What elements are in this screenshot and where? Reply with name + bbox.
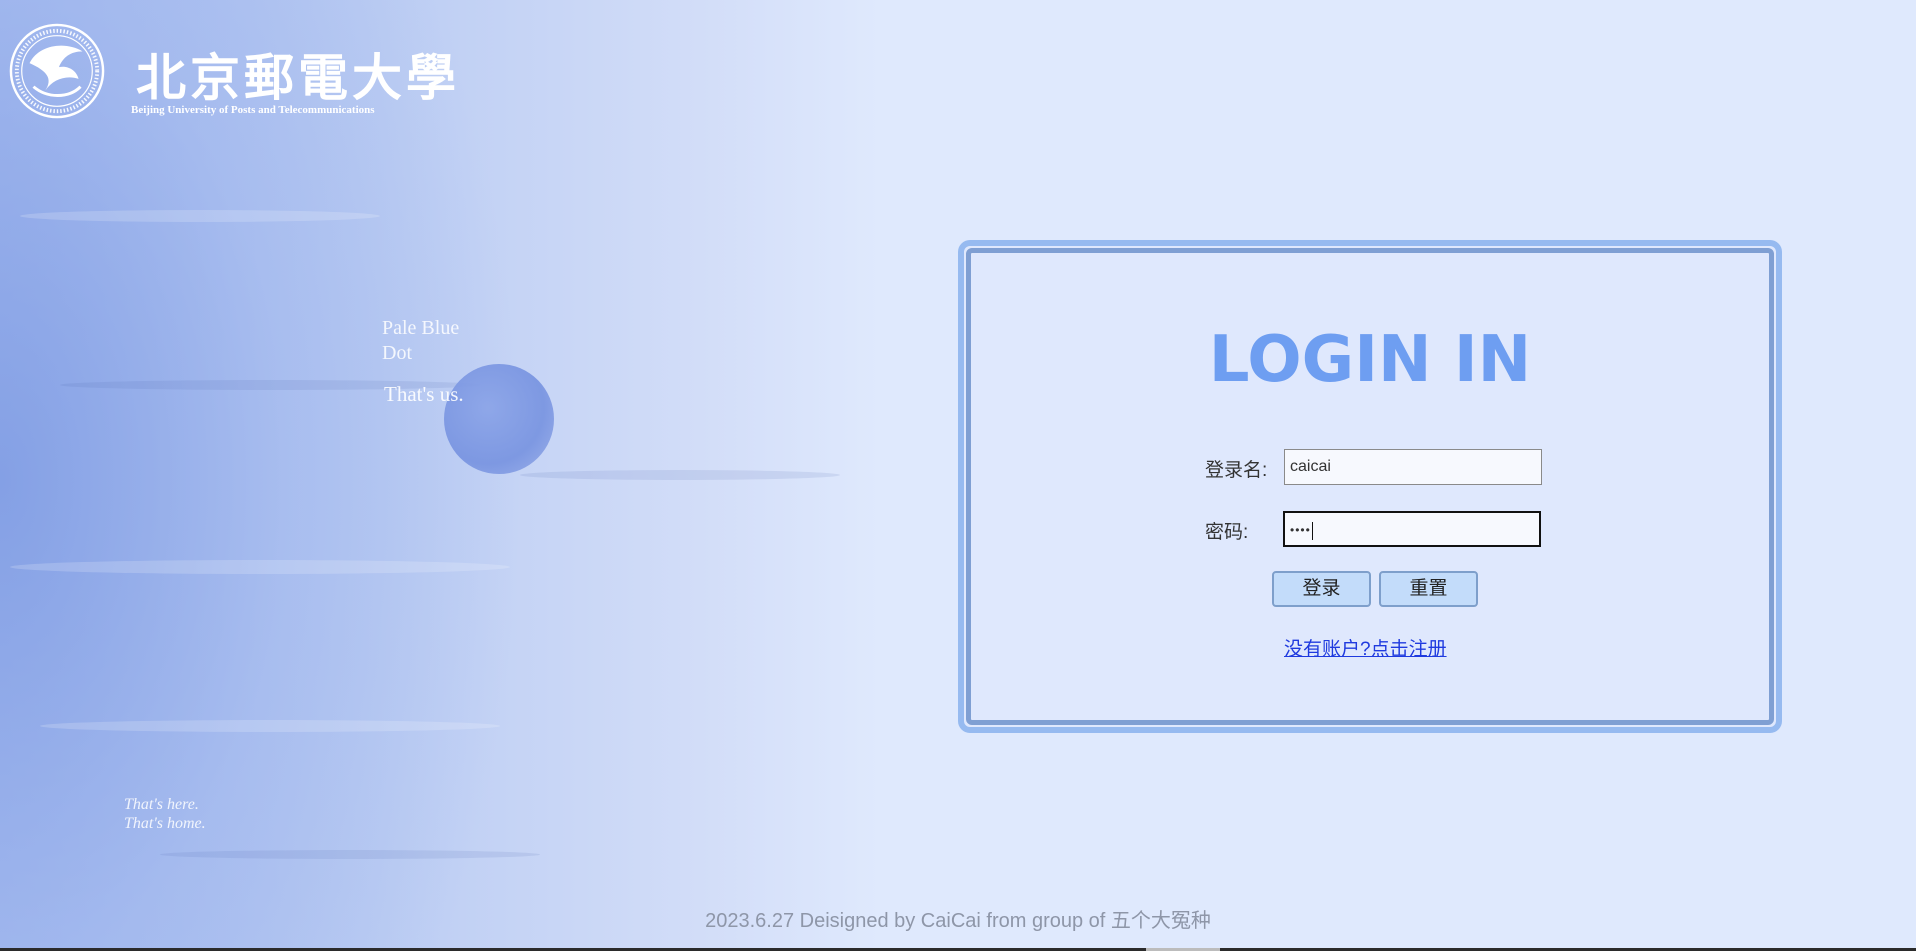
planet-graphic (444, 364, 554, 474)
texture-streak (520, 470, 840, 480)
password-value: •••• (1290, 523, 1311, 537)
reset-button[interactable]: 重置 (1379, 571, 1478, 607)
school-name-cn: 北京郵電大學 (136, 48, 460, 107)
texture-streak (20, 210, 380, 222)
school-name-en: Beijing University of Posts and Telecomm… (131, 104, 375, 116)
university-seal-icon (9, 23, 105, 119)
home-line-1: That's here. (124, 796, 199, 813)
thats-home-text: That's here. That's home. (124, 795, 206, 833)
texture-streak (160, 850, 540, 859)
login-panel: LOGIN IN 登录名: caicai 密码: •••• 登录 重置 没有账户… (958, 240, 1782, 733)
username-input[interactable]: caicai (1284, 449, 1542, 485)
texture-streak (40, 720, 500, 732)
home-line-2: That's home. (124, 815, 206, 832)
login-title: LOGIN IN (1208, 323, 1532, 397)
texture-streak (10, 560, 510, 574)
username-value: caicai (1290, 458, 1331, 475)
university-logo: 北京郵電大學 Beijing University of Posts and T… (8, 20, 456, 130)
password-label: 密码: (1205, 522, 1249, 543)
register-link[interactable]: 没有账户?点击注册 (1284, 634, 1447, 661)
password-input[interactable]: •••• (1283, 511, 1541, 547)
username-label: 登录名: (1205, 460, 1268, 481)
pale-blue-dot-text: Pale Blue Dot (382, 316, 459, 366)
text-caret (1311, 521, 1313, 540)
pale-line-2: Dot (382, 342, 412, 364)
footer-credit: 2023.6.27 Deisigned by CaiCai from group… (705, 910, 1211, 932)
login-panel-inner: LOGIN IN 登录名: caicai 密码: •••• 登录 重置 没有账户… (966, 248, 1774, 725)
pale-line-1: Pale Blue (382, 317, 460, 339)
login-button[interactable]: 登录 (1272, 571, 1371, 607)
thats-us-text: That's us. (384, 382, 464, 406)
